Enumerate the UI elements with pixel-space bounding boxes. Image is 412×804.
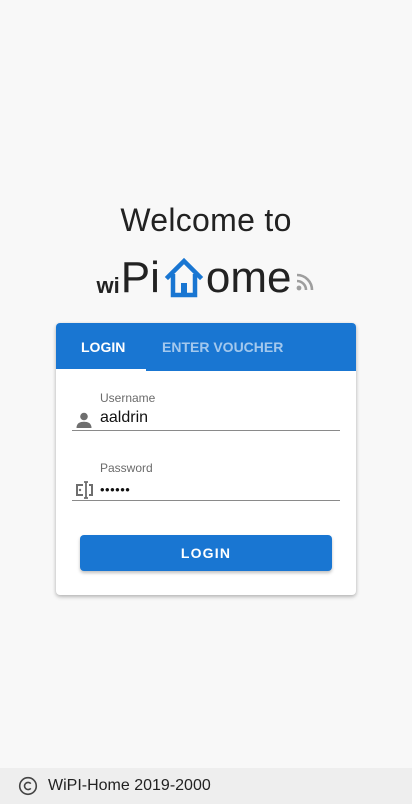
password-icon (76, 481, 93, 499)
footer-copyright-text: WiPI-Home 2019-2000 (48, 777, 211, 794)
copyright-icon (18, 776, 38, 796)
username-label: Username (100, 391, 156, 405)
logo-part2: ome (205, 253, 292, 302)
password-input[interactable]: •••••• (100, 482, 130, 497)
username-input[interactable]: aaldrin (100, 409, 148, 427)
tab-login[interactable]: LOGIN (56, 323, 146, 371)
tab-enter-voucher[interactable]: ENTER VOUCHER (146, 323, 283, 371)
footer: WiPI-Home 2019-2000 (0, 768, 412, 804)
welcome-heading: Welcome to (120, 202, 292, 238)
tab-bar: LOGIN ENTER VOUCHER (56, 323, 356, 371)
app-logo: wi Pi ome (0, 250, 412, 300)
rss-icon (297, 273, 314, 291)
username-field[interactable]: Username aaldrin (72, 390, 340, 431)
logo-part1: Pi (120, 253, 160, 302)
login-button[interactable]: LOGIN (80, 535, 332, 571)
person-icon (76, 412, 92, 428)
logo-prefix: wi (96, 273, 120, 298)
login-card: LOGIN ENTER VOUCHER Username aaldrin Pas… (56, 323, 356, 595)
password-field[interactable]: Password •••••• (72, 460, 340, 501)
password-label: Password (100, 461, 153, 475)
house-icon (164, 257, 204, 298)
